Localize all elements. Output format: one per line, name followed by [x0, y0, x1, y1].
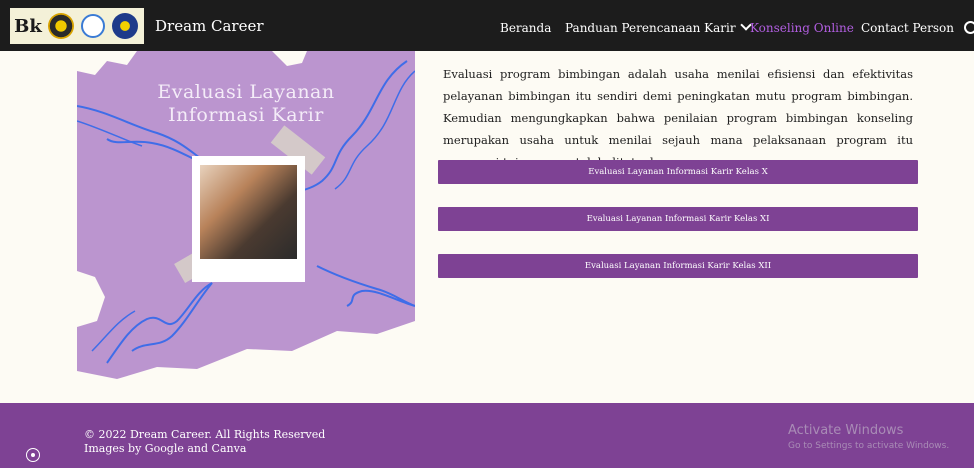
writing-photo	[200, 165, 297, 259]
polaroid-frame	[192, 156, 305, 282]
poster-title-line1: Evaluasi Layanan	[157, 81, 335, 103]
poster-image: Evaluasi Layanan Informasi Karir	[77, 51, 415, 386]
footer-copyright: © 2022 Dream Career. All Rights Reserved	[84, 428, 326, 441]
university-logo	[110, 11, 140, 41]
bk-logo-text: Bk	[14, 15, 42, 37]
footer: © 2022 Dream Career. All Rights Reserved…	[0, 403, 974, 468]
logo-group[interactable]: Bk	[10, 8, 144, 44]
search-icon[interactable]	[964, 21, 974, 34]
brand-name[interactable]: Dream Career	[155, 17, 264, 35]
windows-activation-subtitle: Go to Settings to activate Windows.	[788, 441, 950, 451]
nav-beranda[interactable]: Beranda	[500, 21, 551, 35]
evaluation-kelas-xii-button[interactable]: Evaluasi Layanan Informasi Karir Kelas X…	[438, 254, 918, 278]
nav-konseling-online[interactable]: Konseling Online	[750, 21, 854, 35]
footer-credits: Images by Google and Canva	[84, 442, 247, 455]
evaluation-kelas-x-button[interactable]: Evaluasi Layanan Informasi Karir Kelas X	[438, 160, 918, 184]
poster-title-line2: Informasi Karir	[168, 104, 324, 126]
nav-panduan-perencanaan-karir[interactable]: Panduan Perencanaan Karir	[565, 19, 752, 35]
navbar: Bk Dream Career Beranda Panduan Perencan…	[0, 0, 974, 51]
poster-title: Evaluasi Layanan Informasi Karir	[77, 81, 415, 127]
bk-logo: Bk	[12, 11, 44, 41]
counseling-logo	[78, 11, 108, 41]
emblem-logo	[46, 11, 76, 41]
evaluation-kelas-xi-button[interactable]: Evaluasi Layanan Informasi Karir Kelas X…	[438, 207, 918, 231]
windows-activation-title: Activate Windows	[788, 423, 904, 438]
info-icon[interactable]	[26, 448, 40, 462]
nav-contact-person[interactable]: Contact Person	[861, 21, 954, 35]
nav-panduan-label: Panduan Perencanaan Karir	[565, 21, 736, 35]
evaluation-description: Evaluasi program bimbingan adalah usaha …	[443, 67, 913, 169]
